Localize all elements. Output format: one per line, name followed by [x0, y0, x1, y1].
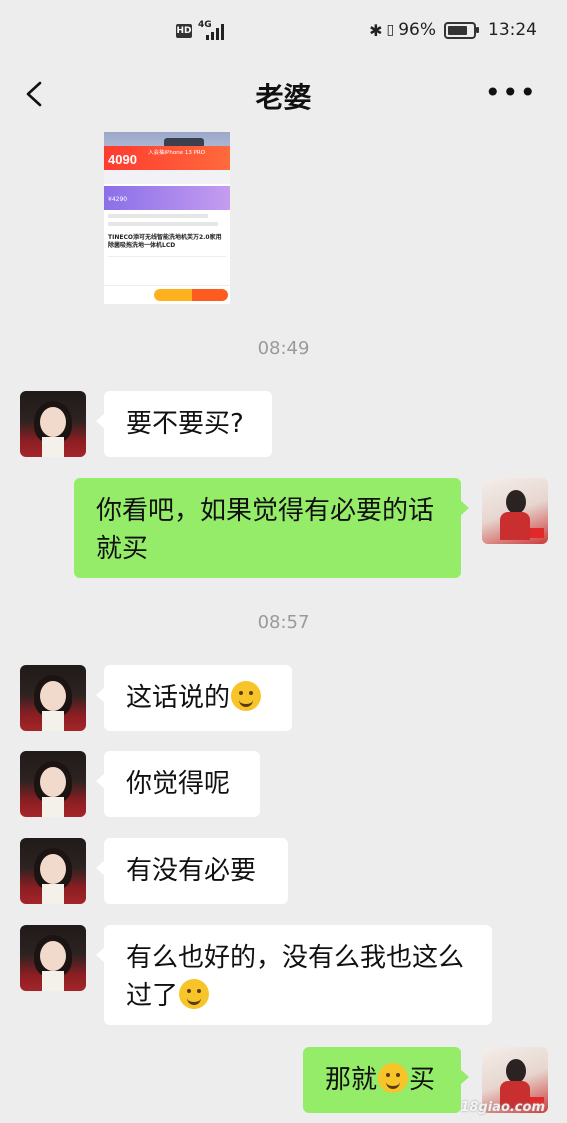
status-bar: HD 4G ✱ ▯ 96% 13:24	[0, 0, 567, 62]
message-bubble[interactable]: 这话说的	[96, 665, 292, 731]
message-bubble[interactable]: 那就买	[303, 1047, 469, 1113]
avatar[interactable]	[20, 391, 86, 457]
avatar[interactable]	[482, 478, 548, 544]
message-bubble[interactable]: 有么也好的，没有么我也这么过了	[96, 925, 492, 1025]
watermark: 18giao.com	[460, 1100, 545, 1115]
product-promo: 入会抽iPhone 13 PRO	[148, 150, 206, 156]
battery-percent: 96%	[398, 20, 436, 40]
hd-icon: HD	[176, 24, 192, 38]
avatar[interactable]	[20, 751, 86, 817]
message-bubble[interactable]: 你觉得呢	[96, 751, 260, 817]
message-bubble[interactable]: 有没有必要	[96, 838, 288, 904]
timestamp: 08:57	[257, 612, 310, 633]
facepalm-emoji-icon	[231, 681, 262, 711]
product-price: 4090	[108, 152, 137, 167]
smile-emoji-icon	[378, 1063, 409, 1093]
chat-title: 老婆	[255, 81, 312, 114]
signal-icon	[206, 24, 226, 40]
bluetooth-icon: ✱	[369, 20, 383, 40]
product-name: TINECO添可无线智能洗地机芙万2.0家用除菌吸拖洗地一体机LCD	[108, 234, 222, 249]
product-price-2: ¥4290	[108, 196, 128, 203]
message-bubble[interactable]: 你看吧，如果觉得有必要的话就买	[74, 478, 469, 578]
message-bubble[interactable]: 要不要买?	[96, 391, 272, 457]
more-dots-icon[interactable]: •••	[484, 79, 537, 107]
avatar[interactable]	[20, 665, 86, 731]
avatar[interactable]	[20, 925, 86, 991]
tears-of-joy-emoji-icon	[179, 979, 210, 1009]
product-screenshot-message[interactable]: 4090 入会抽iPhone 13 PRO ¥4290 TINECO添可无线智能…	[104, 132, 230, 304]
avatar[interactable]	[20, 838, 86, 904]
clock: 13:24	[488, 20, 537, 40]
battery-icon	[444, 21, 479, 39]
chat-header: 老婆 •••	[0, 62, 567, 130]
timestamp: 08:49	[257, 338, 310, 359]
vibrate-icon: ▯	[386, 22, 395, 38]
